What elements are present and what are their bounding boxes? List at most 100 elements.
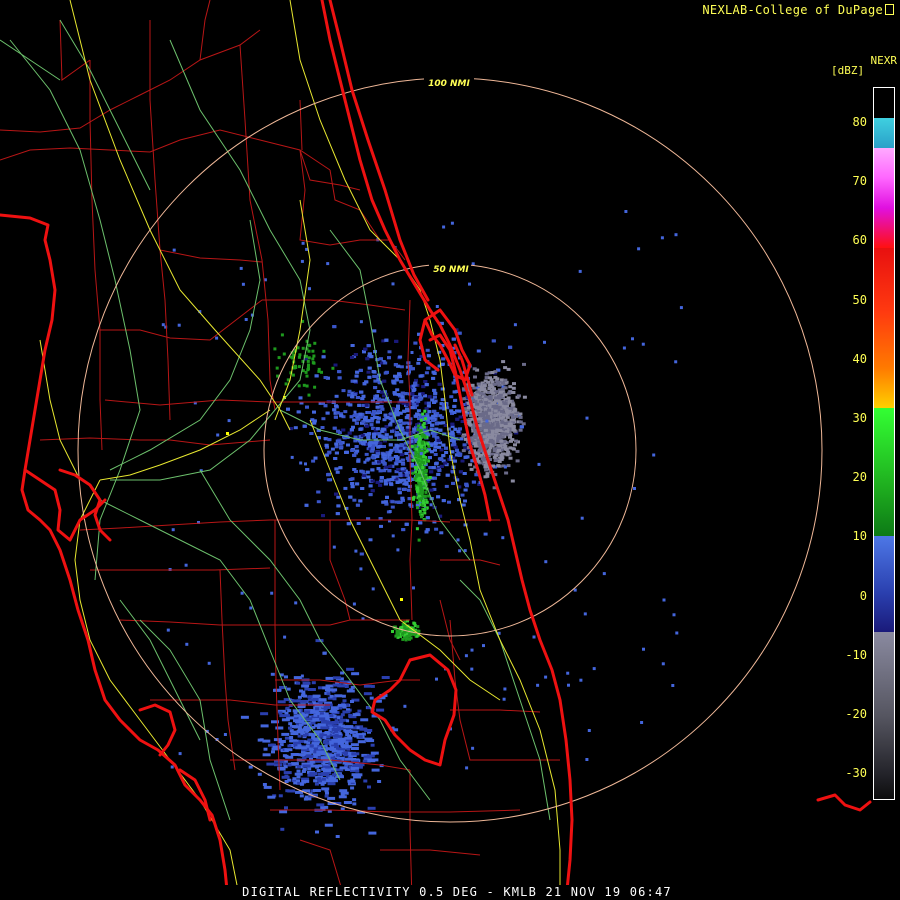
echo-cell	[312, 694, 321, 698]
echo-cell	[355, 449, 360, 453]
echo-cell	[397, 435, 402, 439]
echo-cell	[506, 464, 511, 468]
echo-cell	[473, 399, 478, 403]
echo-cell	[468, 282, 471, 286]
echo-cell	[310, 773, 315, 776]
echo-cell	[428, 456, 432, 460]
external-link-icon[interactable]	[885, 4, 894, 15]
echo-cell	[397, 487, 402, 491]
echo-cell	[437, 468, 442, 472]
echo-cell	[300, 674, 304, 678]
echo-cell	[319, 734, 324, 738]
echo-cell	[297, 384, 301, 388]
echo-cell	[518, 420, 523, 424]
echo-cell	[342, 699, 347, 703]
echo-cell	[349, 428, 354, 432]
echo-cell	[282, 714, 290, 718]
echo-cell	[424, 371, 429, 375]
credit-label[interactable]: NEXLAB-College of DuPage	[702, 3, 894, 17]
echo-cell	[313, 385, 317, 389]
echo-cell	[444, 484, 449, 488]
colorbar-tick: -20	[845, 707, 867, 721]
echo-cell	[410, 406, 415, 410]
echo-cell	[318, 698, 327, 702]
echo-cell	[370, 455, 375, 459]
echo-cell	[351, 773, 360, 777]
echo-cell	[426, 354, 431, 358]
echo-cell	[352, 413, 357, 417]
echo-cell	[350, 747, 359, 750]
echo-cell	[444, 451, 449, 454]
echo-cell	[384, 338, 389, 342]
echo-cell	[330, 746, 335, 750]
echo-cell	[490, 434, 495, 438]
echo-cell	[304, 740, 309, 744]
echo-cell	[376, 416, 381, 420]
echo-cell	[326, 262, 330, 266]
echo-cell	[356, 726, 360, 730]
echo-cell	[294, 772, 303, 776]
echo-cell	[421, 434, 425, 438]
echo-cell	[492, 382, 497, 386]
echo-cell	[358, 735, 363, 739]
echo-cell	[324, 453, 329, 457]
echo-cell	[509, 407, 514, 411]
echo-cell	[373, 386, 378, 390]
echo-cell	[393, 447, 397, 451]
echo-cell	[485, 417, 490, 420]
echo-cell	[334, 467, 339, 471]
echo-cell	[399, 380, 404, 384]
echo-cell	[311, 681, 316, 685]
echo-cell	[483, 532, 488, 536]
echo-cell	[375, 480, 380, 484]
echo-cell	[383, 482, 388, 486]
echo-cell	[416, 399, 421, 403]
echo-cell	[299, 461, 303, 465]
echo-cell	[326, 473, 331, 477]
echo-cell	[461, 434, 466, 438]
echo-cell	[358, 499, 363, 503]
echo-cell	[316, 490, 321, 494]
echo-cell	[473, 395, 478, 399]
echo-cell	[406, 414, 410, 418]
echo-cell	[425, 348, 430, 352]
echo-cell	[422, 508, 426, 512]
echo-cell	[271, 750, 275, 754]
echo-cell	[352, 498, 357, 502]
echo-cell	[350, 485, 355, 489]
echo-cell	[355, 503, 360, 507]
echo-cell	[364, 737, 373, 741]
echo-cell	[301, 779, 310, 783]
echo-cell	[514, 414, 519, 418]
echo-cell	[483, 397, 488, 401]
echo-cell	[452, 442, 457, 446]
echo-cell	[482, 384, 487, 388]
echo-cell	[293, 426, 298, 430]
echo-cell	[367, 806, 376, 810]
echo-cell	[281, 718, 290, 722]
echo-cell	[185, 642, 189, 646]
echo-cell	[227, 419, 231, 423]
echo-cell	[440, 398, 445, 402]
echo-cell	[508, 446, 513, 450]
echo-cell	[396, 393, 401, 397]
echo-cell	[407, 488, 411, 492]
echo-cell	[511, 425, 516, 428]
echo-cell	[364, 452, 369, 456]
echo-cell	[484, 422, 489, 426]
echo-cell	[376, 467, 381, 471]
echo-cell	[307, 695, 312, 699]
echo-cell	[314, 782, 319, 786]
echo-cell	[420, 496, 424, 500]
echo-cell	[432, 388, 437, 392]
echo-cell	[498, 444, 503, 448]
echo-cell	[302, 681, 311, 685]
echo-cell	[312, 789, 321, 792]
echo-cell	[487, 448, 492, 452]
echo-cell	[405, 428, 410, 432]
echo-cell	[382, 462, 387, 466]
echo-cell	[348, 495, 353, 499]
echo-cell	[370, 758, 379, 762]
echo-cell	[496, 436, 501, 440]
echo-cell	[497, 449, 501, 452]
